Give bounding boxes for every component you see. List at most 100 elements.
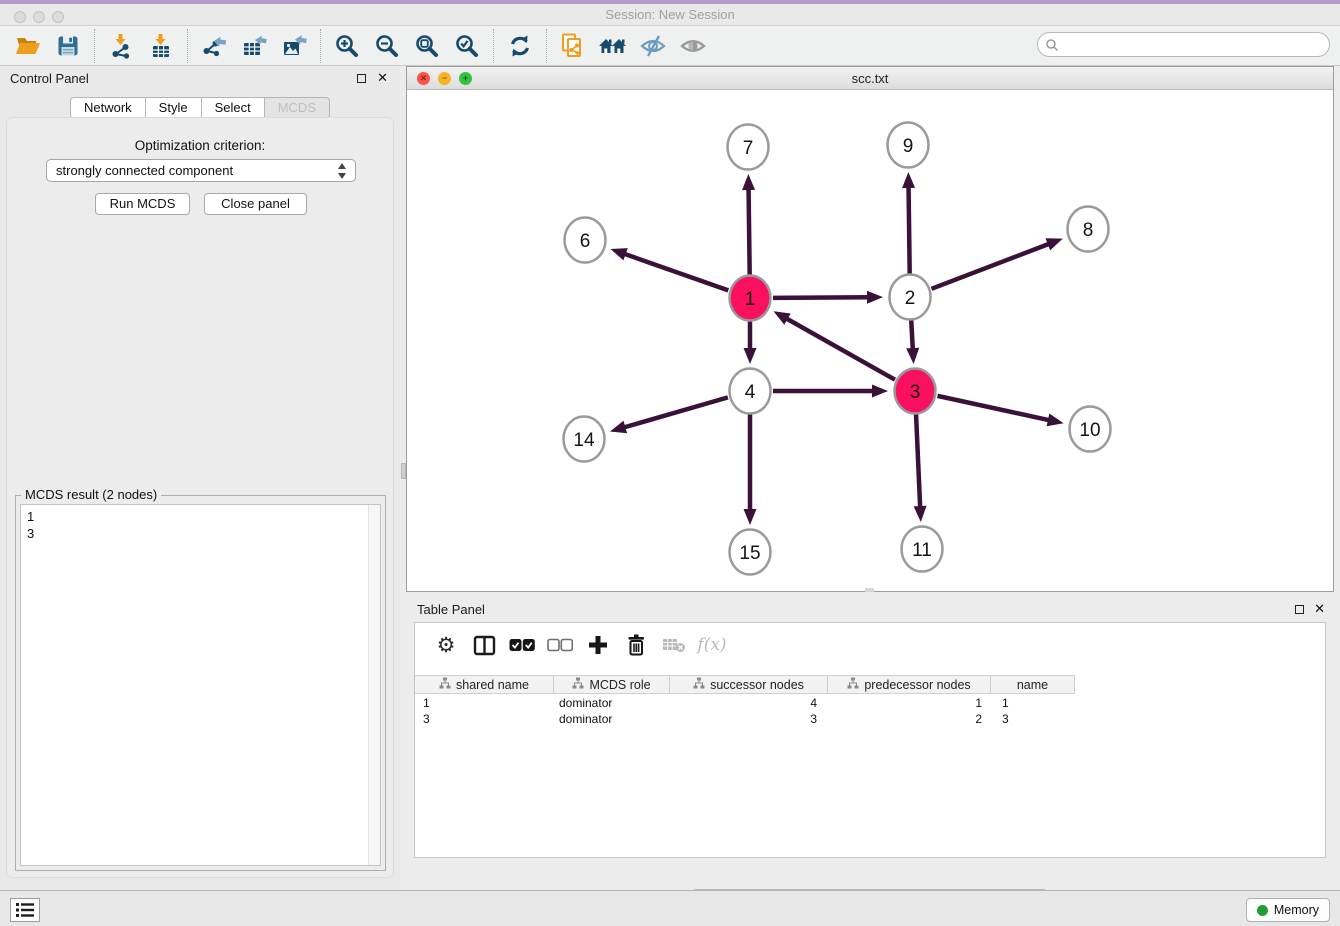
edge-4-14[interactable] <box>622 397 727 428</box>
edge-1-2[interactable] <box>773 297 870 298</box>
table-body: 1dominator4113dominator323 <box>415 695 1075 727</box>
search-field[interactable] <box>1037 32 1330 57</box>
tab-mcds[interactable]: MCDS <box>265 97 330 119</box>
table-cell[interactable]: 2 <box>828 711 991 727</box>
close-table-panel-icon[interactable]: ✕ <box>1314 601 1325 617</box>
table-settings-gear-icon[interactable]: ⚙ <box>432 631 460 659</box>
zoom-in-icon[interactable] <box>332 30 362 62</box>
graph-node-label: 6 <box>580 231 591 252</box>
hide-graphics-details-icon[interactable] <box>638 30 668 62</box>
mcds-result-title: MCDS result (2 nodes) <box>21 487 161 502</box>
tab-network[interactable]: Network <box>70 97 146 119</box>
dropdown-stepper-icon <box>336 163 349 179</box>
zoom-out-icon[interactable] <box>372 30 402 62</box>
column-header-name[interactable]: name <box>991 676 1075 693</box>
edge-arrowhead <box>744 509 757 525</box>
zoom-fit-content-icon[interactable] <box>412 30 442 62</box>
tab-select[interactable]: Select <box>202 97 265 119</box>
column-header-predecessor-nodes[interactable]: predecessor nodes <box>828 676 991 693</box>
table-row[interactable]: 3dominator323 <box>415 711 1075 727</box>
search-icon <box>1045 38 1059 52</box>
toolbar-separator <box>187 29 188 63</box>
network-view-window: ✕ − + scc.txt 7968124314101511 <box>406 66 1334 592</box>
column-header-MCDS-role[interactable]: MCDS role <box>554 676 670 693</box>
edge-2-9[interactable] <box>909 185 910 274</box>
table-cell[interactable]: 3 <box>670 711 828 727</box>
import-table-icon[interactable] <box>146 30 176 62</box>
show-column-panel-icon[interactable] <box>470 631 498 659</box>
table-cell[interactable]: 1 <box>415 695 554 711</box>
mcds-result-list[interactable]: 13 <box>20 504 381 866</box>
table-row[interactable]: 1dominator411 <box>415 695 1075 711</box>
memory-button[interactable]: Memory <box>1246 898 1330 922</box>
save-session-icon[interactable] <box>53 30 83 62</box>
edge-arrowhead <box>744 348 757 364</box>
column-header-successor-nodes[interactable]: successor nodes <box>670 676 828 693</box>
delete-table-icon-disabled <box>660 631 688 659</box>
result-scrollbar[interactable] <box>368 505 380 865</box>
create-column-icon[interactable] <box>584 631 612 659</box>
edge-1-7[interactable] <box>749 187 750 275</box>
node-table: ⚙ f(x) <box>414 622 1326 858</box>
optimization-criterion-select[interactable]: strongly connected component <box>46 159 356 182</box>
zoom-selected-icon[interactable] <box>452 30 482 62</box>
toolbar-separator <box>94 29 95 63</box>
control-panel: Control Panel ✕ NetworkStyleSelectMCDS O… <box>0 66 400 890</box>
edge-arrowhead <box>610 421 627 433</box>
edge-3-10[interactable] <box>937 396 1050 421</box>
export-network-icon[interactable] <box>199 30 229 62</box>
window-title: Session: New Session <box>0 7 1340 22</box>
table-cell[interactable]: 4 <box>670 695 828 711</box>
float-panel-icon[interactable] <box>357 74 366 83</box>
export-table-icon[interactable] <box>239 30 269 62</box>
window-titlebar: Session: New Session <box>0 4 1340 26</box>
table-cell[interactable]: 3 <box>415 711 554 727</box>
column-label: MCDS role <box>589 678 650 692</box>
import-network-icon[interactable] <box>106 30 136 62</box>
mcds-result-group: MCDS result (2 nodes) 13 <box>15 495 386 871</box>
graph-node-label: 3 <box>910 382 921 403</box>
edge-arrowhead <box>914 506 927 522</box>
table-cell[interactable]: dominator <box>554 695 670 711</box>
close-panel-button[interactable]: Close panel <box>204 193 307 215</box>
edge-1-6[interactable] <box>623 253 729 290</box>
status-bar: Memory <box>0 890 1340 926</box>
list-icon <box>15 902 35 918</box>
toolbar-separator <box>493 29 494 63</box>
search-input[interactable] <box>1059 37 1329 53</box>
select-all-columns-icon[interactable] <box>508 631 536 659</box>
edge-2-8[interactable] <box>931 243 1050 289</box>
edge-3-11[interactable] <box>916 414 920 509</box>
table-cell[interactable]: dominator <box>554 711 670 727</box>
duplicate-network-icon[interactable] <box>558 30 588 62</box>
table-cell[interactable]: 1 <box>828 695 991 711</box>
application-window: Session: New Session <box>0 0 1340 926</box>
close-panel-icon[interactable]: ✕ <box>377 70 388 86</box>
graph-node-label: 11 <box>912 540 932 561</box>
table-cell[interactable]: 3 <box>991 711 1075 727</box>
open-session-icon[interactable] <box>13 30 43 62</box>
table-cell[interactable]: 1 <box>991 695 1075 711</box>
column-label: successor nodes <box>710 678 804 692</box>
network-canvas[interactable]: 7968124314101511 <box>407 90 1333 591</box>
edge-3-1[interactable] <box>785 318 895 380</box>
task-history-button[interactable] <box>10 898 40 922</box>
delete-column-icon[interactable] <box>622 631 650 659</box>
export-image-icon[interactable] <box>279 30 309 62</box>
show-graphics-details-icon[interactable] <box>678 30 708 62</box>
function-builder-icon-disabled: f(x) <box>698 631 726 659</box>
edge-2-3[interactable] <box>911 320 913 351</box>
canvas-scroll-grip[interactable] <box>865 588 874 592</box>
column-header-shared-name[interactable]: shared name <box>415 676 554 693</box>
deselect-all-columns-icon[interactable] <box>546 631 574 659</box>
network-overview-icon[interactable] <box>598 30 628 62</box>
network-view-title: scc.txt <box>407 71 1333 86</box>
table-header-row[interactable]: shared name MCDS role successor nodes prede… <box>415 675 1075 694</box>
refresh-view-icon[interactable] <box>505 30 535 62</box>
edge-arrowhead <box>610 248 627 260</box>
column-type-icon <box>439 677 451 692</box>
float-table-panel-icon[interactable] <box>1295 605 1304 614</box>
tab-style[interactable]: Style <box>146 97 202 119</box>
divider-grip[interactable] <box>401 463 406 479</box>
run-mcds-button[interactable]: Run MCDS <box>95 193 190 215</box>
